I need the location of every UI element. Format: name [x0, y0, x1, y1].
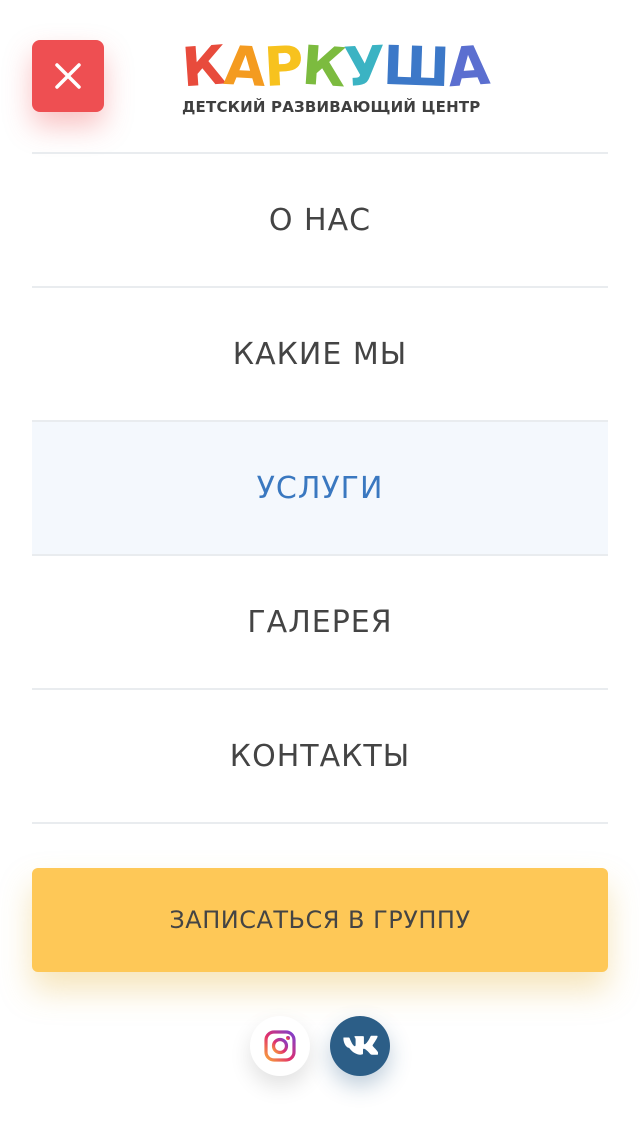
logo-wordmark: К А Р К У Ш А: [179, 33, 490, 100]
signup-group-button[interactable]: ЗАПИСАТЬСЯ В ГРУППУ: [32, 868, 608, 972]
logo[interactable]: К А Р К У Ш А ДЕТСКИЙ РАЗВИВАЮЩИЙ ЦЕНТР: [179, 33, 490, 122]
menu-item-services[interactable]: УСЛУГИ: [32, 420, 608, 554]
menu-item-contacts[interactable]: КОНТАКТЫ: [32, 688, 608, 822]
menu-item-about[interactable]: О НАС: [32, 152, 608, 286]
logo-letter: Ш: [382, 33, 450, 100]
logo-letter: К: [179, 33, 227, 100]
mobile-menu-page: К А Р К У Ш А ДЕТСКИЙ РАЗВИВАЮЩИЙ ЦЕНТР …: [0, 0, 640, 1136]
logo-letter: К: [299, 33, 346, 100]
social-links: [0, 1016, 640, 1076]
menu-item-gallery[interactable]: ГАЛЕРЕЯ: [32, 554, 608, 688]
logo-subtitle: ДЕТСКИЙ РАЗВИВАЮЩИЙ ЦЕНТР: [182, 98, 481, 116]
close-icon: [55, 63, 81, 89]
logo-letter: А: [222, 34, 266, 99]
vk-link[interactable]: [330, 1016, 390, 1076]
logo-letter: Р: [262, 34, 304, 99]
logo-letter: У: [342, 34, 385, 99]
main-menu: О НАС КАКИЕ МЫ УСЛУГИ ГАЛЕРЕЯ КОНТАКТЫ: [32, 152, 608, 824]
logo-letter: А: [445, 33, 490, 100]
vk-icon: [343, 1035, 378, 1055]
instagram-icon: [264, 1030, 296, 1062]
close-menu-button[interactable]: [32, 40, 104, 112]
instagram-link[interactable]: [250, 1016, 310, 1076]
menu-divider: [32, 822, 608, 824]
menu-item-who-we-are[interactable]: КАКИЕ МЫ: [32, 286, 608, 420]
